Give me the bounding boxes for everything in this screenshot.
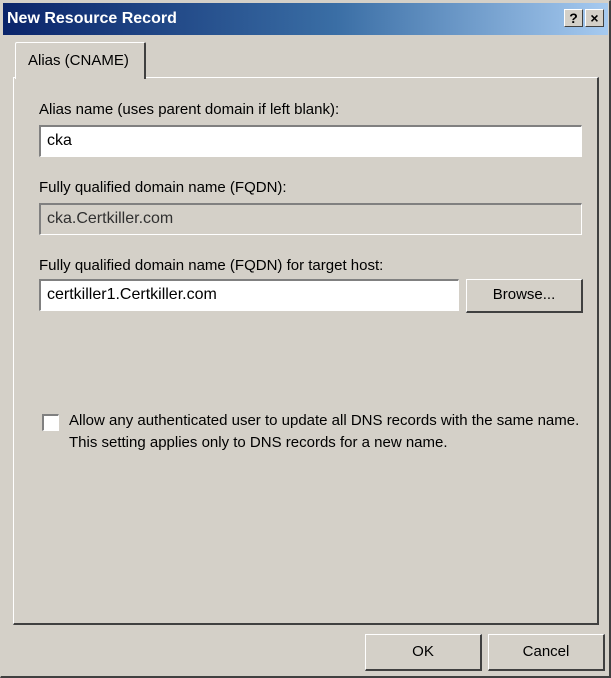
tab-panel: [13, 77, 599, 625]
alias-name-label: Alias name (uses parent domain if left b…: [39, 101, 340, 118]
target-host-input[interactable]: certkiller1.Certkiller.com: [39, 279, 459, 311]
allow-update-label: Allow any authenticated user to update a…: [69, 412, 580, 451]
target-host-label: Fully qualified domain name (FQDN) for t…: [39, 257, 384, 274]
window-title: New Resource Record: [7, 10, 177, 27]
browse-button[interactable]: Browse...: [466, 279, 583, 313]
tab-label: Alias (CNAME): [28, 52, 129, 69]
fqdn-label: Fully qualified domain name (FQDN):: [39, 179, 287, 196]
ok-button[interactable]: OK: [365, 634, 482, 671]
close-button[interactable]: ×: [585, 9, 604, 27]
alias-name-input[interactable]: cka: [39, 125, 582, 157]
title-bar[interactable]: New Resource Record ? ×: [3, 3, 608, 35]
tab-alias-cname[interactable]: Alias (CNAME): [15, 42, 146, 79]
allow-update-checkbox[interactable]: [42, 414, 59, 431]
cancel-button[interactable]: Cancel: [488, 634, 605, 671]
fqdn-field: cka.Certkiller.com: [39, 203, 582, 235]
new-resource-record-dialog: New Resource Record ? × Alias (CNAME) Al…: [0, 0, 611, 678]
help-button[interactable]: ?: [564, 9, 583, 27]
ok-button-label: OK: [412, 643, 434, 660]
help-icon: ?: [569, 10, 578, 26]
browse-button-label: Browse...: [492, 286, 556, 303]
cancel-button-label: Cancel: [522, 643, 570, 660]
close-icon: ×: [590, 10, 599, 26]
